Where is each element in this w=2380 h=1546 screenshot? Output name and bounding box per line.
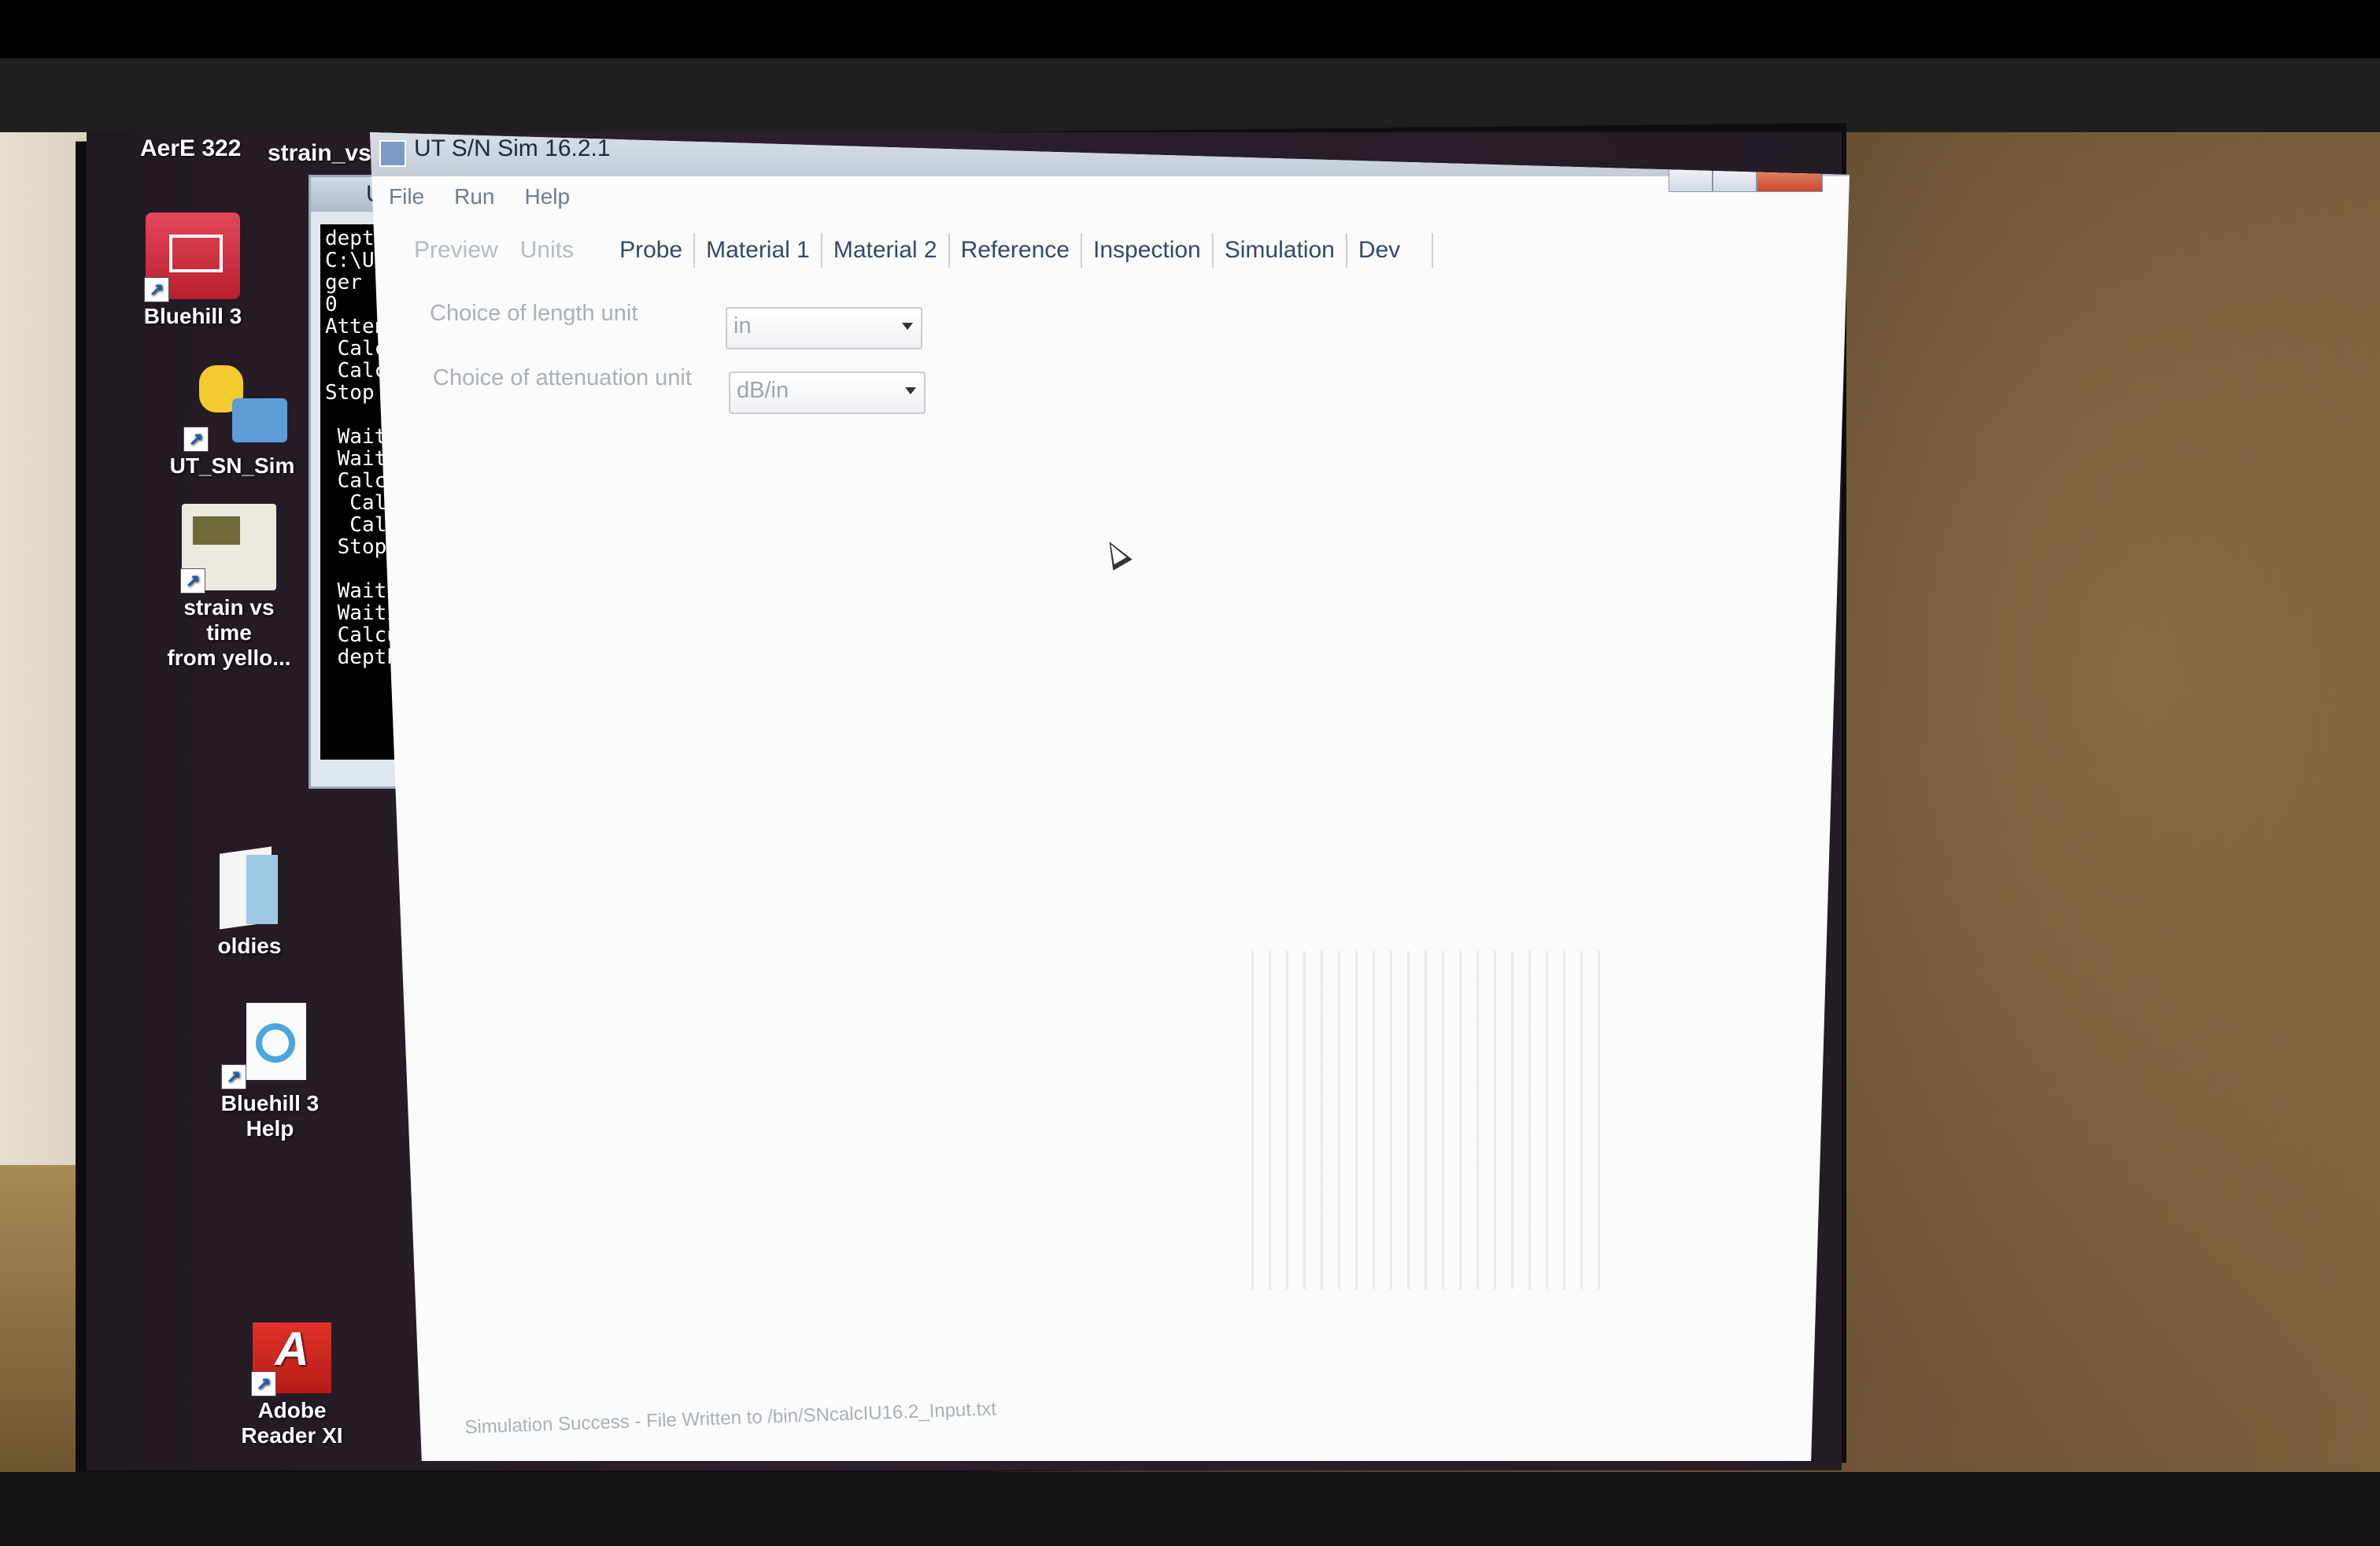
tab-preview[interactable]: Preview	[403, 233, 509, 268]
shortcut-arrow-icon: ↗	[144, 277, 169, 302]
tab-reference[interactable]: Reference	[950, 233, 1082, 268]
menubar: File Run Help	[389, 184, 570, 209]
python-script-icon: ↗	[183, 362, 287, 452]
menu-help[interactable]: Help	[525, 184, 571, 209]
desktop-label-aere: AerE 322	[140, 135, 242, 161]
desktop-icon-ut-sn-sim[interactable]: ↗ UT_SN_Sim	[165, 362, 299, 479]
minimize-button[interactable]	[1669, 167, 1713, 192]
desktop-icon-strain-vs-time[interactable]: ↗ strain vs time from yello...	[162, 504, 296, 671]
desktop-icon-bluehill-help[interactable]: ↗ Bluehill 3 Help	[203, 1000, 337, 1141]
length-unit-select[interactable]: in	[726, 307, 922, 350]
desktop-icon-label: Bluehill 3	[220, 1091, 320, 1115]
bluehill-icon: ↗	[144, 213, 240, 302]
desktop-icon-label: oldies	[217, 934, 282, 958]
monitor-bezel	[0, 58, 2380, 134]
letterbox-top	[0, 0, 2380, 58]
adobe-reader-icon: ↗	[251, 1322, 331, 1396]
folder-icon	[202, 842, 297, 930]
length-unit-label: Choice of length unit	[430, 301, 638, 326]
oscilloscope-icon: ↗	[180, 504, 276, 594]
length-unit-value: in	[734, 313, 752, 338]
desktop-icon-label-line2: Help	[246, 1116, 294, 1141]
shortcut-arrow-icon: ↗	[180, 568, 205, 594]
desktop-icon-label-line2: Reader XI	[241, 1423, 343, 1448]
tab-units[interactable]: Units	[509, 233, 585, 268]
attenuation-unit-value: dB/in	[737, 378, 789, 403]
faint-background-artwork	[1251, 951, 1613, 1289]
tab-material-1[interactable]: Material 1	[695, 233, 822, 268]
menu-run[interactable]: Run	[454, 184, 494, 209]
shortcut-arrow-icon: ↗	[183, 427, 209, 452]
app-window: UT S/N Sim 16.2.1 File Run Help Preview …	[370, 132, 1850, 1461]
app-title: UT S/N Sim 16.2.1	[414, 135, 611, 161]
desktop-label-strain: strain_vs	[268, 140, 371, 166]
desktop-icon-adobe-reader[interactable]: ↗ Adobe Reader XI	[225, 1322, 359, 1448]
tab-dev[interactable]: Dev	[1347, 233, 1434, 268]
help-icon: ↗	[221, 1000, 317, 1089]
shortcut-arrow-icon: ↗	[221, 1064, 246, 1089]
desktop-icon-oldies[interactable]: oldies	[183, 842, 316, 959]
desktop-icon-label: Adobe	[257, 1398, 327, 1422]
menu-file[interactable]: File	[389, 184, 424, 209]
status-bar-text: Simulation Success - File Written to /bi…	[464, 1398, 997, 1438]
chevron-down-icon	[902, 323, 913, 330]
letterbox-bottom	[0, 1472, 2380, 1546]
tab-material-2[interactable]: Material 2	[822, 233, 950, 268]
desktop-icon-label: UT_SN_Sim	[169, 453, 295, 478]
shortcut-arrow-icon: ↗	[251, 1371, 276, 1396]
tab-probe[interactable]: Probe	[608, 233, 696, 268]
desktop-icon-label: strain vs time	[183, 595, 275, 645]
app-window-icon	[379, 140, 406, 167]
attenuation-unit-select[interactable]: dB/in	[729, 372, 926, 414]
desktop-icon-label: Bluehill 3	[143, 304, 242, 328]
desktop-icon-label-line2: from yello...	[167, 645, 291, 670]
tab-simulation[interactable]: Simulation	[1214, 233, 1347, 268]
attenuation-unit-label: Choice of attenuation unit	[433, 365, 692, 390]
tab-inspection[interactable]: Inspection	[1082, 233, 1214, 268]
tab-bar: Preview Units Probe Material 1 Material …	[403, 233, 1434, 268]
chevron-down-icon	[905, 387, 916, 394]
desktop-icon-bluehill[interactable]: ↗ Bluehill 3	[126, 213, 260, 329]
